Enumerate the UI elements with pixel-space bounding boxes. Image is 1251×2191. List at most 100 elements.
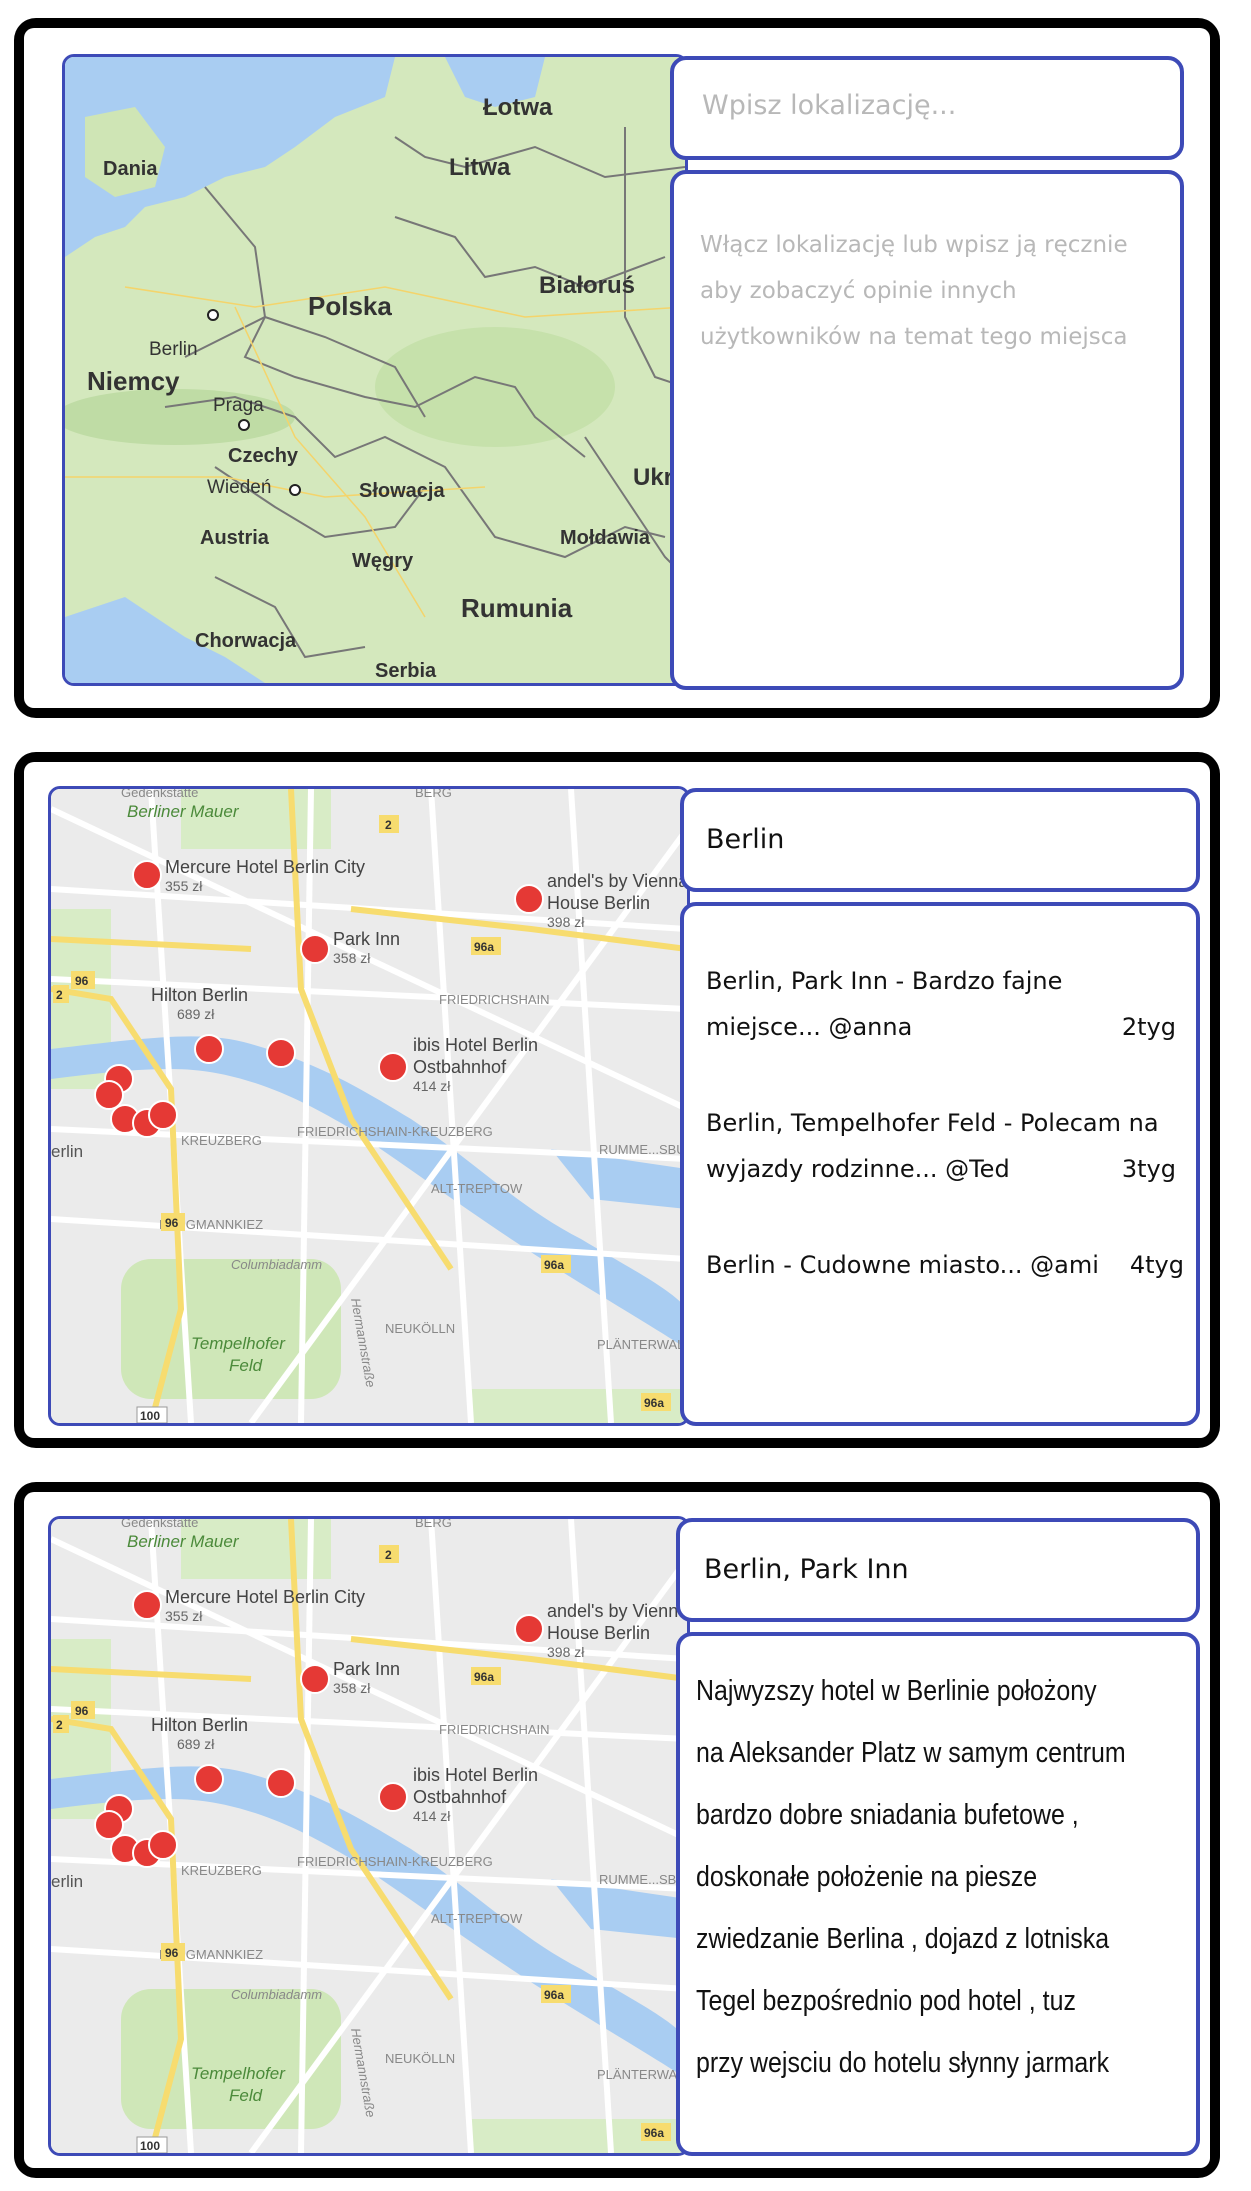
road-96a-2: 96a [544,1988,564,2002]
review-time: 4tyg [1129,1251,1184,1279]
review-time: 2tyg [1121,1013,1176,1041]
hotel-pin[interactable] [378,1782,408,1812]
hotel-name: andel's by Vienna [547,871,687,891]
panel-3-content: Gedenkstätte BERG FRIEDRICHSHAIN FRIEDRI… [24,1492,1210,2168]
description-line: zwiedzanie Berlina , dojazd z lotniska [696,1923,1110,1955]
hotel-pin[interactable] [148,1100,178,1130]
label-moldawia: Mołdawia [560,527,651,549]
district-friedrichshain: FRIEDRICHSHAIN [439,992,550,1007]
hotel-pin[interactable] [514,884,544,914]
info-text: Włącz lokalizację lub wpisz ją ręcznie a… [700,222,1128,360]
road-96a-1: 96a [474,940,494,954]
district-erlin: erlin [51,1142,83,1161]
road-96a-1: 96a [474,1670,494,1684]
hotel-price: 398 zł [547,1644,585,1660]
label-bialorus: Białoruś [539,272,635,299]
label-dania: Dania [103,158,158,180]
hotel-price: 398 zł [547,914,585,930]
district-tempelhofer2: Feld [229,2086,263,2105]
label-czechy: Czechy [228,445,299,467]
hotel-name: House Berlin [547,893,650,913]
label-berlin: Berlin [149,339,198,360]
hotel-price: 689 zł [177,1736,215,1752]
district-tempelhofer1: Tempelhofer [191,2064,286,2083]
road-100: 100 [140,1409,160,1423]
district-friedrichshain: FRIEDRICHSHAIN [439,1722,550,1737]
district-tempelhofer2: Feld [229,1356,263,1375]
district-fkreuzberg: FRIEDRICHSHAIN-KREUZBERG [297,1124,493,1139]
district-plaenter: PLÄNTERWALD [597,1337,687,1352]
hotel-description: Najwyzszy hotel w Berlinie położony na A… [676,1632,1200,2156]
panel-1-content: Łotwa Dania Litwa Polska Białoruś Niemcy… [24,28,1210,708]
hotel-name: House Berlin [547,1623,650,1643]
review-item[interactable]: Berlin, Tempelhofer Feld - Polecam na wy… [706,1100,1184,1192]
hotel-pin[interactable] [266,1038,296,1068]
hotel-pin[interactable] [266,1768,296,1798]
search-placeholder: Wpisz lokalizację... [702,90,957,121]
road-2: 2 [385,1548,392,1562]
panel-2-content: Gedenkstätte BERG FRIEDRICHSHAIN FRIEDRI… [24,762,1210,1438]
label-praga: Praga [213,395,264,416]
location-field[interactable]: Berlin [680,788,1200,892]
description-text: Najwyzszy hotel w Berlinie położony na A… [696,1660,1126,2094]
country-map[interactable]: Łotwa Dania Litwa Polska Białoruś Niemcy… [62,54,688,686]
label-wieden: Wiedeń [207,477,271,498]
district-neukolln: NEUKÖLLN [385,2051,455,2066]
location-field[interactable]: Berlin, Park Inn [676,1518,1200,1622]
label-niemcy: Niemcy [87,366,180,396]
district-mauer2: Berliner Mauer [127,802,240,821]
hotel-name: andel's by Vienna [547,1601,687,1621]
hotel-pin[interactable] [194,1764,224,1794]
hotel-pin[interactable] [514,1614,544,1644]
hotel-pin[interactable] [148,1830,178,1860]
hotel-pin[interactable] [194,1034,224,1064]
hotel-price: 355 zł [165,1608,203,1624]
district-alttreptow: ALT-TREPTOW [431,1911,523,1926]
hotel-price: 355 zł [165,878,203,894]
road-100: 100 [140,2139,160,2153]
panel-2: Gedenkstätte BERG FRIEDRICHSHAIN FRIEDRI… [14,752,1220,1448]
description-line: Tegel bezpośrednio pod hotel , tuz [696,1985,1076,2017]
description-line: na Aleksander Platz w samym centrum [696,1737,1126,1769]
label-austria: Austria [200,527,270,549]
hotel-pin[interactable] [378,1052,408,1082]
location-search-input[interactable]: Wpisz lokalizację... [670,56,1184,160]
district-kreuzberg: KREUZBERG [181,1133,262,1148]
info-line: Włącz lokalizację lub wpisz ją ręcznie [700,232,1128,258]
panel-3: Gedenkstätte BERG FRIEDRICHSHAIN FRIEDRI… [14,1482,1220,2178]
label-slowacja: Słowacja [359,480,445,502]
road-96-1: 96 [75,1704,89,1718]
district-tempelhofer1: Tempelhofer [191,1334,286,1353]
hotel-pin[interactable] [94,1080,124,1110]
city-map[interactable]: Gedenkstätte BERG FRIEDRICHSHAIN FRIEDRI… [48,786,690,1426]
district-mauer1: Gedenkstätte [121,789,198,800]
reviews-list: Berlin, Park Inn - Bardzo fajne miejsce.… [680,902,1200,1426]
hotel-pin[interactable] [132,1590,162,1620]
hotel-price: 689 zł [177,1006,215,1022]
road-96a-2: 96a [544,1258,564,1272]
hotel-pin[interactable] [94,1810,124,1840]
review-text: Berlin, Park Inn - Bardzo fajne [706,967,1063,995]
road-96-2: 96 [165,1946,179,1960]
label-polska: Polska [308,291,392,321]
hotel-name: ibis Hotel Berlin [413,1765,538,1785]
hotel-pin[interactable] [300,1664,330,1694]
hotel-price: 358 zł [333,950,371,966]
review-item[interactable]: Berlin - Cudowne miasto... @ami 4tyg [706,1242,1184,1288]
review-item[interactable]: Berlin, Park Inn - Bardzo fajne miejsce.… [706,958,1184,1050]
hotel-price: 358 zł [333,1680,371,1696]
city-map[interactable]: Gedenkstätte BERG FRIEDRICHSHAIN FRIEDRI… [48,1516,690,2156]
hotel-pin[interactable] [132,860,162,890]
hotel-price: 414 zł [413,1808,451,1824]
label-wegry: Węgry [352,550,414,572]
hotel-name: Mercure Hotel Berlin City [165,1587,365,1607]
location-value: Berlin, Park Inn [704,1554,909,1585]
review-time: 3tyg [1121,1155,1176,1183]
district-columbiadamm: Columbiadamm [231,1257,322,1272]
district-kreuzberg: KREUZBERG [181,1863,262,1878]
hotel-name: Hilton Berlin [151,1715,248,1735]
label-serbia: Serbia [375,660,437,682]
hotel-pin[interactable] [300,934,330,964]
hotel-name: Ostbahnhof [413,1787,507,1807]
description-line: przy wejsciu do hotelu słynny jarmark [696,2047,1110,2079]
